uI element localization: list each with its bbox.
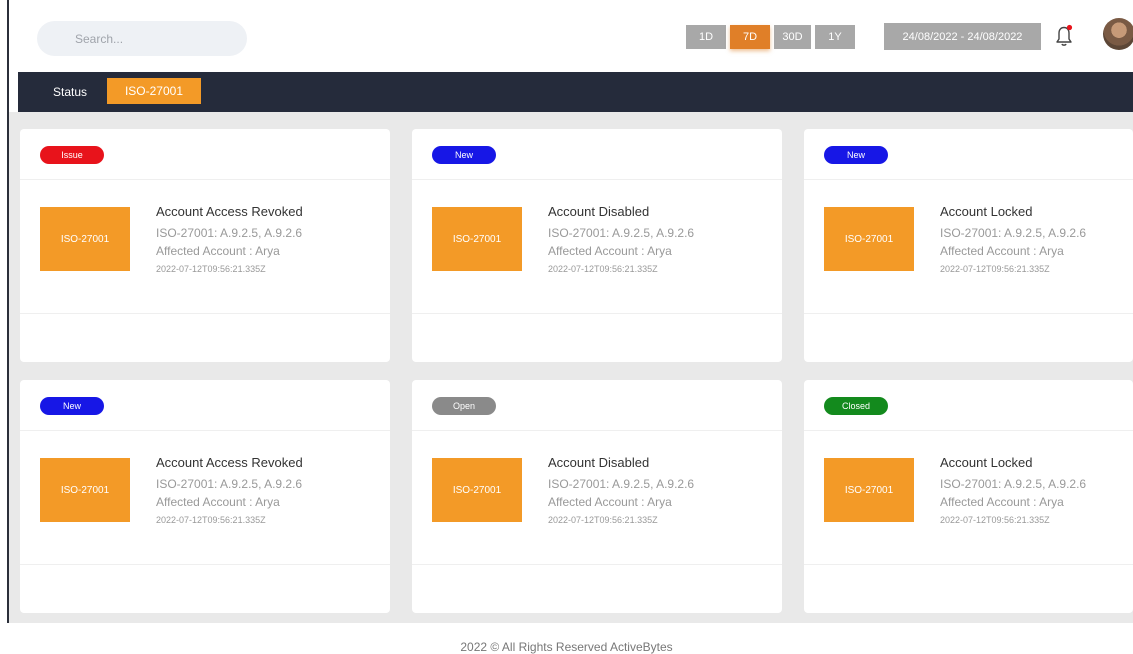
card-body: ISO-27001 Account Disabled ISO-27001: A.… [412,180,782,314]
card-account: Affected Account : Arya [940,244,1064,258]
card-title: Account Disabled [548,455,650,470]
card-account: Affected Account : Arya [548,495,672,509]
card-account: Affected Account : Arya [156,244,280,258]
footer-text: 2022 © All Rights Reserved ActiveBytes [460,640,673,654]
alert-card[interactable]: Issue ISO-27001 Account Access Revoked I… [20,129,390,362]
alert-card[interactable]: New ISO-27001 Account Disabled ISO-27001… [412,129,782,362]
footer: 2022 © All Rights Reserved ActiveBytes [0,623,1133,654]
card-timestamp: 2022-07-12T09:56:21.335Z [548,515,658,525]
date-range-picker[interactable]: 24/08/2022 - 24/08/2022 [884,23,1041,50]
card-timestamp: 2022-07-12T09:56:21.335Z [940,515,1050,525]
status-badge: Issue [40,146,104,164]
status-badge: Open [432,397,496,415]
alert-card[interactable]: New ISO-27001 Account Locked ISO-27001: … [804,129,1133,362]
card-body: ISO-27001 Account Access Revoked ISO-270… [20,431,390,565]
card-header: New [412,129,782,180]
card-title: Account Locked [940,204,1033,219]
card-header: New [20,380,390,431]
card-controls: ISO-27001: A.9.2.5, A.9.2.6 [156,226,303,240]
alert-card[interactable]: New ISO-27001 Account Access Revoked ISO… [20,380,390,613]
card-info: Account Disabled ISO-27001: A.9.2.5, A.9… [548,204,694,274]
card-controls: ISO-27001: A.9.2.5, A.9.2.6 [548,477,695,491]
card-account: Affected Account : Arya [548,244,672,258]
card-title: Account Disabled [548,204,650,219]
range-30d-button[interactable]: 30D [774,25,811,49]
card-controls: ISO-27001: A.9.2.5, A.9.2.6 [548,226,695,240]
search-box[interactable] [37,21,247,56]
status-badge: Closed [824,397,888,415]
card-controls: ISO-27001: A.9.2.5, A.9.2.6 [940,226,1087,240]
card-info: Account Access Revoked ISO-27001: A.9.2.… [156,204,303,274]
search-input[interactable] [37,21,247,56]
status-filter-chip[interactable]: ISO-27001 [107,78,201,104]
card-header: Issue [20,129,390,180]
standard-tile: ISO-27001 [824,458,914,522]
card-title: Account Access Revoked [156,204,303,219]
range-1d-button[interactable]: 1D [686,25,726,49]
time-range-group: 1D 7D 30D 1Y [686,25,855,49]
card-controls: ISO-27001: A.9.2.5, A.9.2.6 [940,477,1087,491]
card-info: Account Access Revoked ISO-27001: A.9.2.… [156,455,303,525]
alert-card[interactable]: Open ISO-27001 Account Disabled ISO-2700… [412,380,782,613]
card-title: Account Locked [940,455,1033,470]
top-bar: 1D 7D 30D 1Y 24/08/2022 - 24/08/2022 [18,0,1133,72]
range-7d-button[interactable]: 7D [730,25,770,49]
card-timestamp: 2022-07-12T09:56:21.335Z [548,264,658,274]
card-header: New [804,129,1133,180]
card-body: ISO-27001 Account Disabled ISO-27001: A.… [412,431,782,565]
status-bar: Status ISO-27001 [18,72,1133,112]
standard-tile: ISO-27001 [40,458,130,522]
card-info: Account Disabled ISO-27001: A.9.2.5, A.9… [548,455,694,525]
status-badge: New [40,397,104,415]
standard-tile: ISO-27001 [40,207,130,271]
card-account: Affected Account : Arya [940,495,1064,509]
range-1y-button[interactable]: 1Y [815,25,855,49]
card-controls: ISO-27001: A.9.2.5, A.9.2.6 [156,477,303,491]
card-header: Open [412,380,782,431]
standard-tile: ISO-27001 [432,458,522,522]
alert-card[interactable]: Closed ISO-27001 Account Locked ISO-2700… [804,380,1133,613]
standard-tile: ISO-27001 [432,207,522,271]
card-header: Closed [804,380,1133,431]
status-badge: New [824,146,888,164]
card-body: ISO-27001 Account Locked ISO-27001: A.9.… [804,431,1133,565]
card-info: Account Locked ISO-27001: A.9.2.5, A.9.2… [940,455,1086,525]
card-body: ISO-27001 Account Locked ISO-27001: A.9.… [804,180,1133,314]
bell-icon[interactable] [1053,23,1075,49]
status-label: Status [53,85,88,99]
cards-area: Issue ISO-27001 Account Access Revoked I… [9,112,1133,623]
status-badge: New [432,146,496,164]
standard-tile: ISO-27001 [824,207,914,271]
card-title: Account Access Revoked [156,455,303,470]
card-body: ISO-27001 Account Access Revoked ISO-270… [20,180,390,314]
card-timestamp: 2022-07-12T09:56:21.335Z [940,264,1050,274]
card-account: Affected Account : Arya [156,495,280,509]
card-timestamp: 2022-07-12T09:56:21.335Z [156,515,266,525]
card-info: Account Locked ISO-27001: A.9.2.5, A.9.2… [940,204,1086,274]
avatar[interactable] [1103,18,1133,50]
card-timestamp: 2022-07-12T09:56:21.335Z [156,264,266,274]
